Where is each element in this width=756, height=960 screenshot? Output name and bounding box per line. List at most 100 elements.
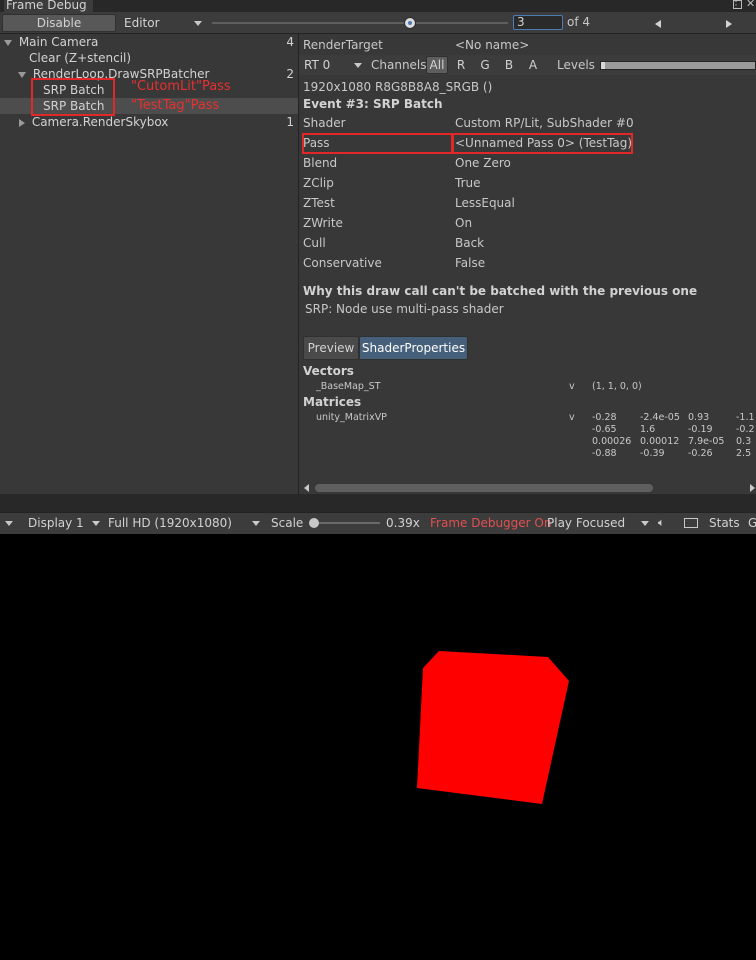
tree-item-count: 4 xyxy=(286,35,294,49)
prop-zwrite: ZWrite On xyxy=(303,214,753,232)
matrices-heading: Matrices xyxy=(303,395,362,409)
expand-icon[interactable] xyxy=(18,71,26,78)
prop-value: LessEqual xyxy=(455,196,515,210)
pass-highlight-box-value xyxy=(451,133,633,154)
audio-icon[interactable]: 🔈︎ xyxy=(658,516,665,530)
render-target-value[interactable]: <No name> xyxy=(455,38,529,52)
tree-item-label: Clear (Z+stencil) xyxy=(29,51,132,65)
maximize-icon[interactable] xyxy=(733,0,742,9)
matrix-cell: 0.3 xyxy=(736,436,752,447)
matrix-cell: -0.26 xyxy=(688,448,713,459)
prop-value: Back xyxy=(455,236,485,250)
tree-item-count: 1 xyxy=(286,115,294,129)
prev-event-button[interactable] xyxy=(627,14,689,32)
target-value: Editor xyxy=(124,16,160,30)
matrix-cell: 1.6 xyxy=(640,424,656,435)
chevron-down-icon xyxy=(354,63,362,68)
tab-shader-properties[interactable]: ShaderProperties xyxy=(359,336,468,360)
slider-thumb[interactable] xyxy=(404,17,416,29)
event-index-input[interactable]: 3 xyxy=(513,15,563,30)
prop-value: On xyxy=(455,216,473,230)
play-mode-dropdown[interactable]: Play Focused xyxy=(547,516,625,530)
matrix-cell: -2.4e-05 xyxy=(640,412,680,423)
chevron-down-icon xyxy=(252,521,260,526)
prop-ztest: ZTest LessEqual xyxy=(303,194,753,212)
game-view[interactable] xyxy=(0,534,756,957)
event-details: RenderTarget <No name> RT 0 Channels All… xyxy=(299,34,756,494)
scale-slider-thumb[interactable] xyxy=(309,518,319,528)
window-titlebar: Frame Debug ⋮ ✕ xyxy=(0,0,756,12)
scale-slider[interactable] xyxy=(309,518,380,528)
frame-debugger-status: Frame Debugger On xyxy=(430,516,552,530)
matrix-cell: -1.1 xyxy=(736,412,755,423)
vector-type: v xyxy=(569,381,575,392)
horizontal-scrollbar[interactable] xyxy=(299,482,756,494)
chevron-down-icon[interactable] xyxy=(5,521,13,526)
matrix-cell: -0.88 xyxy=(592,448,617,459)
matrix-cell: -0.19 xyxy=(688,424,713,435)
gizmos-button[interactable]: G xyxy=(748,516,756,530)
matrix-cell: -0.28 xyxy=(592,412,617,423)
matrix-cell: 0.00026 xyxy=(592,436,632,447)
pass-highlight-box-name xyxy=(302,133,454,154)
tab-preview[interactable]: Preview xyxy=(303,336,359,360)
game-view-toolbar: Display 1 Full HD (1920x1080) Scale 0.39… xyxy=(0,512,756,535)
matrix-cell: -0.39 xyxy=(640,448,665,459)
frame-debug-toolbar: Disable Editor 3 of 4 xyxy=(0,12,756,34)
event-hierarchy: Main Camera 4 Clear (Z+stencil) RenderLo… xyxy=(0,34,298,494)
tree-item-skybox[interactable]: Camera.RenderSkybox 1 xyxy=(0,114,298,130)
channel-g-button[interactable]: G xyxy=(474,56,496,74)
matrix-type: v xyxy=(569,412,575,423)
resolution-dropdown[interactable]: Full HD (1920x1080) xyxy=(108,516,232,530)
tree-item-label: Main Camera xyxy=(18,35,99,49)
scroll-right-icon[interactable] xyxy=(750,484,755,492)
srp-batch-highlight-box xyxy=(31,78,115,116)
channel-all-button[interactable]: All xyxy=(426,56,448,74)
prop-value: True xyxy=(455,176,481,190)
levels-label: Levels xyxy=(557,58,595,72)
channel-r-button[interactable]: R xyxy=(450,56,472,74)
prop-name: Conservative xyxy=(303,256,382,270)
tree-item-main-camera[interactable]: Main Camera 4 xyxy=(0,34,298,50)
event-slider[interactable] xyxy=(212,14,508,32)
disable-button[interactable]: Disable xyxy=(2,14,116,32)
prop-cull: Cull Back xyxy=(303,234,753,252)
stats-button[interactable]: Stats xyxy=(709,516,740,530)
red-cube xyxy=(417,651,569,804)
rt-dropdown[interactable]: RT 0 xyxy=(299,56,367,74)
tree-item-clear[interactable]: Clear (Z+stencil) xyxy=(0,50,298,66)
keyboard-icon[interactable] xyxy=(684,518,698,528)
expand-icon[interactable] xyxy=(4,39,12,46)
rt-value: RT 0 xyxy=(304,58,331,72)
chevron-down-icon xyxy=(194,21,202,26)
prop-name: ZClip xyxy=(303,176,334,190)
scale-label: Scale xyxy=(271,516,304,530)
tree-item-label: Camera.RenderSkybox xyxy=(31,115,169,129)
collapse-icon[interactable] xyxy=(19,118,25,127)
event-title: Event #3: SRP Batch xyxy=(303,97,443,111)
arrow-right-icon xyxy=(726,20,732,28)
target-dropdown[interactable]: Editor xyxy=(119,14,207,32)
vectors-heading: Vectors xyxy=(303,364,354,378)
channel-a-button[interactable]: A xyxy=(522,56,544,74)
game-view-render xyxy=(417,651,569,804)
annotation-cutomlit: "CutomLit"Pass xyxy=(131,79,231,94)
matrix-name: unity_MatrixVP xyxy=(316,412,387,423)
matrix-cell: -0.2 xyxy=(736,424,755,435)
vector-value: (1, 1, 0, 0) xyxy=(592,381,642,392)
next-event-button[interactable] xyxy=(693,14,755,32)
event-total: of 4 xyxy=(567,15,591,29)
display-dropdown[interactable]: Display 1 xyxy=(28,516,84,530)
levels-slider[interactable] xyxy=(600,61,756,70)
scale-value: 0.39x xyxy=(386,516,420,530)
prop-name: ZTest xyxy=(303,196,335,210)
close-icon[interactable]: ✕ xyxy=(746,0,755,10)
window-title: Frame Debug xyxy=(4,0,93,12)
scroll-left-icon[interactable] xyxy=(304,484,309,492)
channel-b-button[interactable]: B xyxy=(498,56,520,74)
matrix-cell: 0.00012 xyxy=(640,436,680,447)
render-target-label: RenderTarget xyxy=(303,38,383,52)
annotation-testtag: "TestTag"Pass xyxy=(131,98,220,113)
window-splitter[interactable] xyxy=(0,494,756,512)
scrollbar-thumb[interactable] xyxy=(315,484,653,492)
